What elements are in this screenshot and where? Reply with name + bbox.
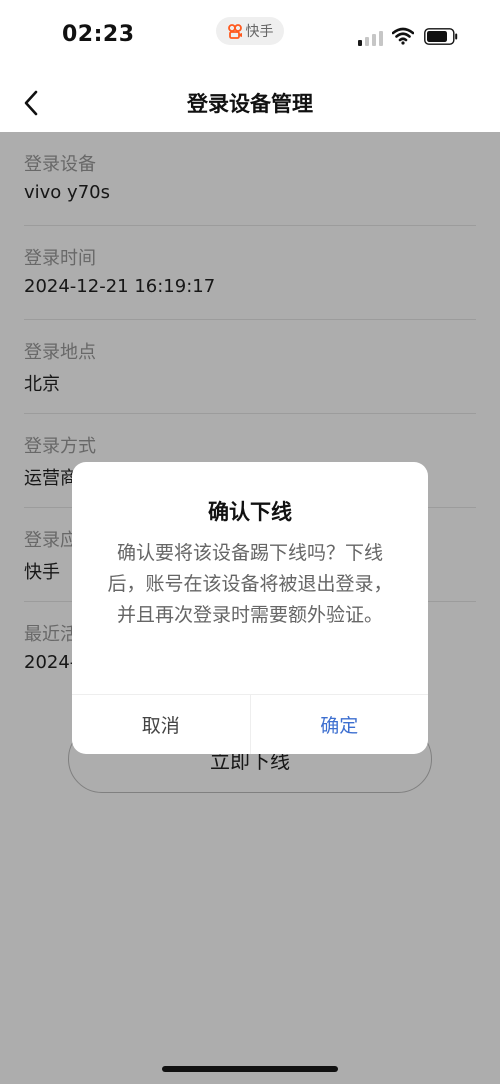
cancel-button[interactable]: 取消 <box>72 695 251 754</box>
home-indicator[interactable] <box>162 1066 338 1072</box>
confirm-offline-dialog: 确认下线 确认要将该设备踢下线吗？下线后，账号在该设备将被退出登录，并且再次登录… <box>72 462 428 754</box>
page-title: 登录设备管理 <box>187 92 313 116</box>
navigation-bar: 登录设备管理 <box>0 74 500 132</box>
dialog-actions: 取消 确定 <box>72 694 428 754</box>
app-indicator-label: 快手 <box>245 24 274 40</box>
cellular-signal-icon <box>358 30 384 46</box>
status-time: 02:23 <box>62 22 135 47</box>
kuaishou-logo-icon <box>227 24 242 39</box>
wifi-icon <box>392 27 414 45</box>
confirm-button[interactable]: 确定 <box>251 695 429 754</box>
dialog-message: 确认要将该设备踢下线吗？下线后，账号在该设备将被退出登录，并且再次登录时需要额外… <box>107 542 393 626</box>
battery-icon <box>424 28 458 45</box>
app-indicator-pill[interactable]: 快手 <box>216 17 284 45</box>
dialog-title: 确认下线 <box>208 500 292 524</box>
status-bar: 02:23 快手 <box>0 0 500 74</box>
